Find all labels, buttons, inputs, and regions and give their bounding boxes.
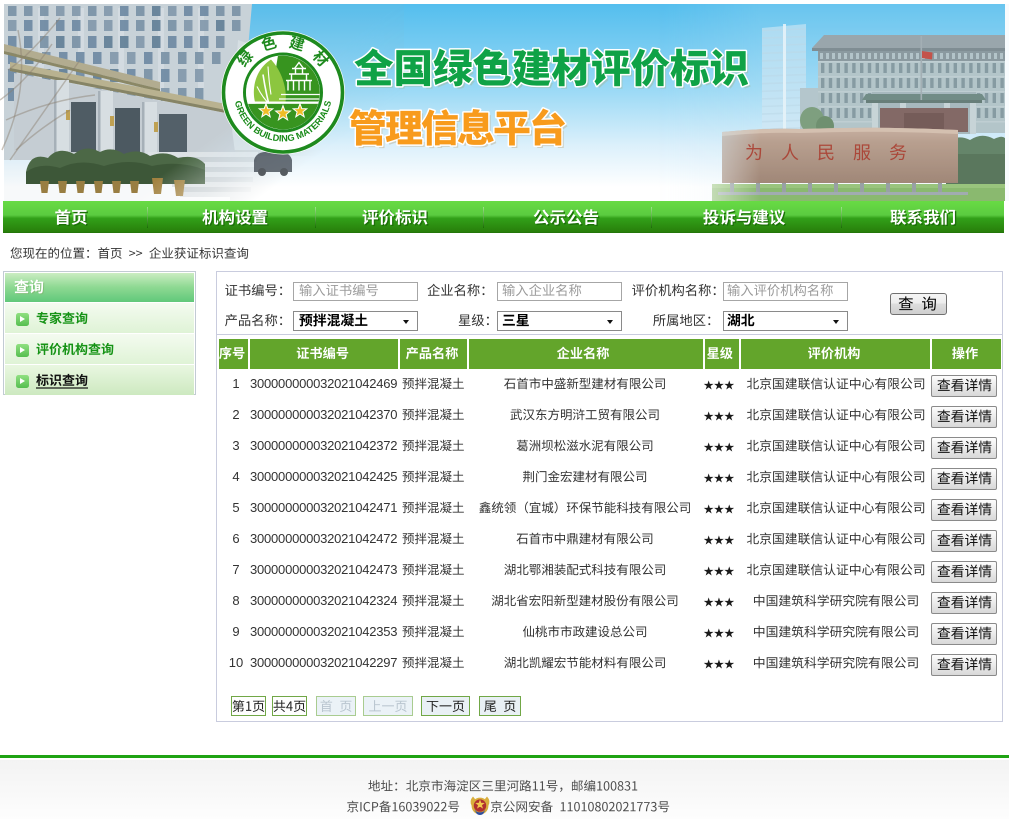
svg-text:300000000032021042324: 300000000032021042324 (250, 593, 398, 608)
svg-text:300000000032021042473: 300000000032021042473 (250, 562, 398, 577)
svg-text:7: 7 (232, 562, 239, 577)
svg-text:2: 2 (232, 407, 239, 422)
svg-text:300000000032021042370: 300000000032021042370 (250, 407, 398, 422)
svg-text:1: 1 (232, 376, 239, 391)
svg-text:300000000032021042469: 300000000032021042469 (250, 376, 398, 391)
svg-text:300000000032021042297: 300000000032021042297 (250, 655, 398, 670)
svg-text:3: 3 (232, 438, 239, 453)
svg-text:300000000032021042472: 300000000032021042472 (250, 531, 398, 546)
svg-text:4: 4 (232, 469, 239, 484)
svg-text:8: 8 (232, 593, 239, 608)
svg-text:300000000032021042372: 300000000032021042372 (250, 438, 398, 453)
svg-text:10: 10 (229, 655, 243, 670)
svg-text:300000000032021042471: 300000000032021042471 (250, 500, 398, 515)
svg-text:6: 6 (232, 531, 239, 546)
svg-text:9: 9 (232, 624, 239, 639)
svg-text:300000000032021042425: 300000000032021042425 (250, 469, 398, 484)
svg-text:5: 5 (232, 500, 239, 515)
svg-text:300000000032021042353: 300000000032021042353 (250, 624, 398, 639)
